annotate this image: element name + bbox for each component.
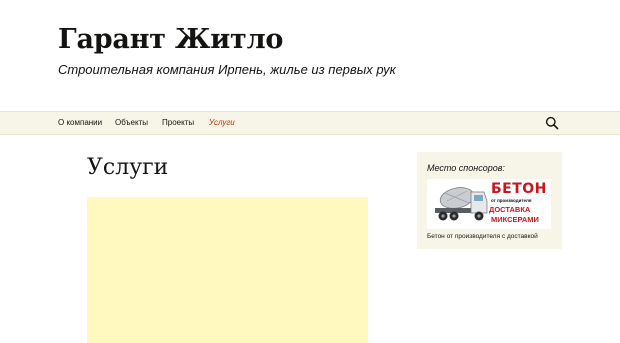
widget-title: Место спонсоров: [427, 163, 505, 173]
ad-caption-link[interactable]: Бетон от производителя с доставкой [427, 233, 538, 240]
nav-item-projects[interactable]: Проекты [162, 118, 194, 127]
nav-item-services[interactable]: Услуги [209, 118, 235, 127]
page-title: Услуги [87, 155, 169, 180]
nav-item-about[interactable]: О компании [58, 118, 102, 127]
ad-delivery-text: ДОСТАВКА [489, 205, 531, 214]
ad-subline: от производителя [491, 198, 532, 203]
sponsor-ad-banner[interactable]: БЕТОН от производителя ДОСТАВКА МИКСЕРАМ… [427, 179, 551, 229]
nav-item-objects[interactable]: Объекты [115, 118, 148, 127]
search-icon[interactable] [545, 116, 559, 130]
content-placeholder [87, 197, 368, 343]
ad-headline: БЕТОН [491, 181, 547, 197]
ad-mixers-text: МИКСЕРАМИ [491, 215, 539, 224]
sponsor-widget: Место спонсоров: БЕТОН от производителя … [417, 152, 562, 249]
site-description: Строительная компания Ирпень, жилье из п… [58, 62, 396, 77]
site-title[interactable]: Гарант Житло [58, 24, 283, 55]
main-navigation: О компании Объекты Проекты Услуги [0, 111, 620, 135]
